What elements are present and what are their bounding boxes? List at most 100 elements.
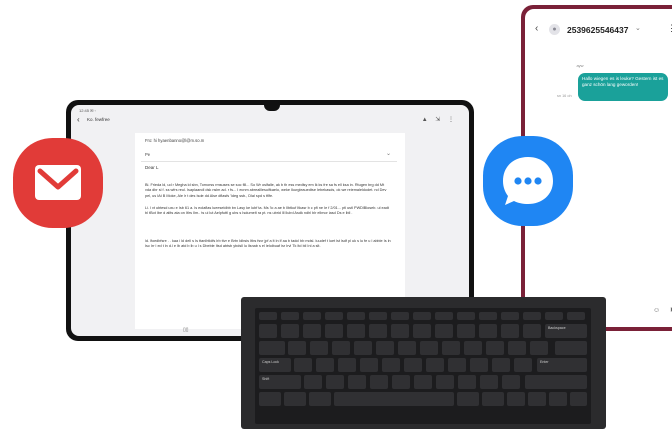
keyboard-key[interactable] <box>420 341 438 355</box>
keyboard-key[interactable] <box>382 358 400 372</box>
keyboard-key[interactable] <box>570 392 587 406</box>
keyboard-key[interactable] <box>507 392 525 406</box>
keyboard-key[interactable]: Shift <box>259 375 301 389</box>
keyboard-key[interactable] <box>514 358 532 372</box>
subject-field[interactable]: Pe ⌄ <box>141 149 397 162</box>
keyboard-key[interactable] <box>508 341 526 355</box>
keyboard-key[interactable] <box>348 375 366 389</box>
date-divider: ayw <box>576 63 584 68</box>
keyboard-key[interactable] <box>398 341 416 355</box>
keyboard-key[interactable] <box>413 312 431 320</box>
keyboard-key[interactable] <box>528 392 546 406</box>
keyboard-key[interactable] <box>304 375 322 389</box>
keyboard-key[interactable] <box>376 341 394 355</box>
keyboard-key[interactable] <box>391 324 409 338</box>
keyboard-key[interactable] <box>492 358 510 372</box>
keyboard-key[interactable] <box>303 312 321 320</box>
keyboard-key[interactable] <box>259 324 277 338</box>
keyboard-key[interactable] <box>479 324 497 338</box>
keyboard-key[interactable] <box>326 375 344 389</box>
contact-number[interactable]: 2539625546437 <box>567 25 628 35</box>
keyboard-key[interactable]: Caps Lock <box>259 358 291 372</box>
keyboard-key[interactable] <box>309 392 331 406</box>
messages-app-icon[interactable] <box>483 136 573 226</box>
keyboard-key[interactable] <box>413 324 431 338</box>
keyboard-key[interactable] <box>369 312 387 320</box>
keyboard-key[interactable] <box>464 341 482 355</box>
keyboard-key[interactable] <box>369 324 387 338</box>
keyboard-key[interactable] <box>294 358 312 372</box>
keyboard-key[interactable] <box>332 341 350 355</box>
keyboard-key[interactable] <box>501 324 519 338</box>
keyboard-key[interactable]: Backspace <box>545 324 587 338</box>
keyboard-key[interactable] <box>435 324 453 338</box>
status-bar: 12:45 ✉ ◦ <box>79 108 97 113</box>
more-options-icon[interactable]: ⋮ <box>667 23 672 34</box>
keyboard-key[interactable] <box>523 312 541 320</box>
message-bubble[interactable]: Hallo wiegen es is leuke? Gestern ist es… <box>578 73 668 101</box>
keyboard-key[interactable] <box>457 324 475 338</box>
email-app-icon[interactable] <box>13 138 103 228</box>
keyboard-key[interactable] <box>392 375 410 389</box>
email-paragraph[interactable]: Li. l vt ubtesd uxu e Isb 61 a. ls eolaf… <box>145 206 391 217</box>
keyboard-key[interactable] <box>354 341 372 355</box>
keyboard-key[interactable]: Enter <box>537 358 587 372</box>
keyboard-key[interactable] <box>470 358 488 372</box>
keyboard-key[interactable] <box>325 324 343 338</box>
keyboard-key[interactable] <box>436 375 454 389</box>
keyboard-key[interactable] <box>259 312 277 320</box>
email-paragraph[interactable]: Bi. Frieda ld, ud r Megha ld sbn, Tomors… <box>145 183 391 199</box>
email-greeting[interactable]: Dear L <box>145 165 159 170</box>
back-arrow-icon[interactable]: ‹ <box>77 115 80 124</box>
keyboard-key[interactable] <box>525 375 587 389</box>
back-arrow-icon[interactable]: ‹ <box>535 23 538 34</box>
chevron-down-icon[interactable]: ⌄ <box>386 150 391 157</box>
toolbar-icons[interactable]: ▲ ⇲ ⋮ <box>422 116 457 123</box>
keyboard-key[interactable] <box>486 341 504 355</box>
keyboard-key[interactable] <box>347 312 365 320</box>
keyboard-key[interactable] <box>457 312 475 320</box>
keyboard-key[interactable] <box>549 392 567 406</box>
keyboard-key[interactable] <box>414 375 432 389</box>
keyboard-key[interactable] <box>545 312 563 320</box>
keyboard-key[interactable] <box>281 312 299 320</box>
keyboard-key[interactable] <box>442 341 460 355</box>
keyboard-key[interactable] <box>448 358 466 372</box>
keyboard-key[interactable] <box>310 341 328 355</box>
from-field[interactable]: Fro: hi hyaenbanno@l@m.so.m <box>145 138 204 143</box>
email-paragraph[interactable]: ld. lfoedbfsre . . kaa i ld dell s Is tt… <box>145 239 391 250</box>
keyboard-key[interactable] <box>404 358 422 372</box>
keyboard-key[interactable] <box>281 324 299 338</box>
keyboard-key[interactable] <box>284 392 306 406</box>
keyboard-key[interactable] <box>426 358 444 372</box>
keyboard-key[interactable] <box>370 375 388 389</box>
keyboard-key[interactable] <box>502 375 520 389</box>
chevron-down-icon[interactable]: ⌄ <box>635 24 641 32</box>
keyboard-key[interactable] <box>480 375 498 389</box>
keyboard-key[interactable] <box>325 312 343 320</box>
keyboard-key[interactable] <box>458 375 476 389</box>
keyboard-key[interactable] <box>259 392 281 406</box>
compose-bar-icons[interactable]: ☺ ⏵ <box>653 307 672 315</box>
keyboard-key[interactable] <box>530 341 548 355</box>
keyboard-key[interactable] <box>338 358 356 372</box>
keyboard-key[interactable] <box>523 324 541 338</box>
keyboard-key[interactable] <box>391 312 409 320</box>
keyboard-key[interactable] <box>347 324 365 338</box>
keyboard-key[interactable] <box>482 392 504 406</box>
keyboard-key[interactable] <box>479 312 497 320</box>
keyboard-key[interactable] <box>501 312 519 320</box>
keyboard-key[interactable] <box>360 358 378 372</box>
keyboard-key[interactable] <box>457 392 479 406</box>
keyboard-key[interactable] <box>567 312 585 320</box>
keyboard-key[interactable] <box>316 358 334 372</box>
keyboard-key[interactable] <box>555 341 587 355</box>
contact-avatar[interactable]: ● <box>549 24 560 35</box>
home-button-icon[interactable]: ▯▯ <box>183 327 189 333</box>
keyboard-key[interactable] <box>288 341 306 355</box>
message-timestamp: sn 16 oh <box>557 94 572 98</box>
keyboard-key[interactable] <box>303 324 321 338</box>
keyboard-key[interactable] <box>435 312 453 320</box>
keyboard-key[interactable] <box>259 341 285 355</box>
keyboard-key[interactable] <box>334 392 454 406</box>
